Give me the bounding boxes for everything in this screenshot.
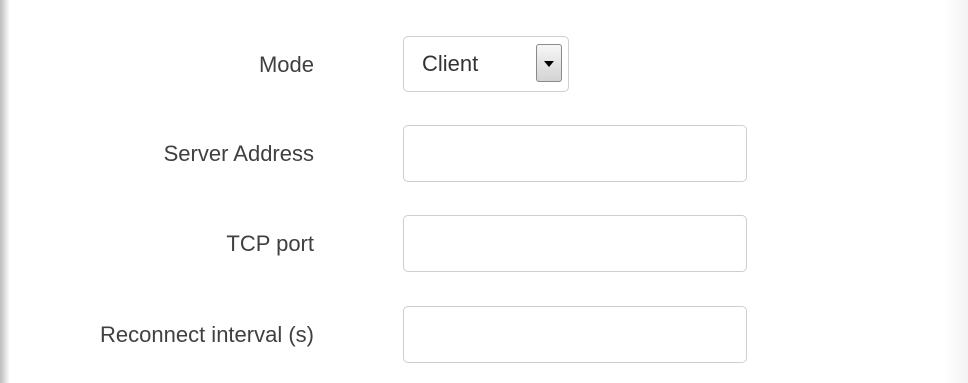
settings-panel: Mode Client Server Address TCP port Reco…: [0, 0, 968, 383]
mode-label: Mode: [258, 52, 314, 77]
server-address-row: Server Address: [0, 125, 900, 183]
reconnect-interval-row: Reconnect interval (s): [0, 306, 900, 364]
chevron-down-icon: [544, 61, 554, 67]
reconnect-interval-label: Reconnect interval (s): [100, 322, 314, 347]
tcp-port-label: TCP port: [226, 231, 314, 256]
tcp-port-input[interactable]: [403, 215, 747, 272]
mode-select[interactable]: Client: [403, 36, 569, 92]
reconnect-interval-input[interactable]: [403, 306, 747, 363]
mode-selected-value: Client: [422, 51, 479, 76]
mode-dropdown-button[interactable]: [536, 44, 562, 82]
mode-row: Mode Client: [0, 36, 900, 94]
server-address-input[interactable]: [403, 125, 747, 182]
server-address-label: Server Address: [163, 141, 314, 166]
connection-form: Mode Client Server Address TCP port Reco…: [0, 0, 968, 383]
tcp-port-row: TCP port: [0, 215, 900, 273]
